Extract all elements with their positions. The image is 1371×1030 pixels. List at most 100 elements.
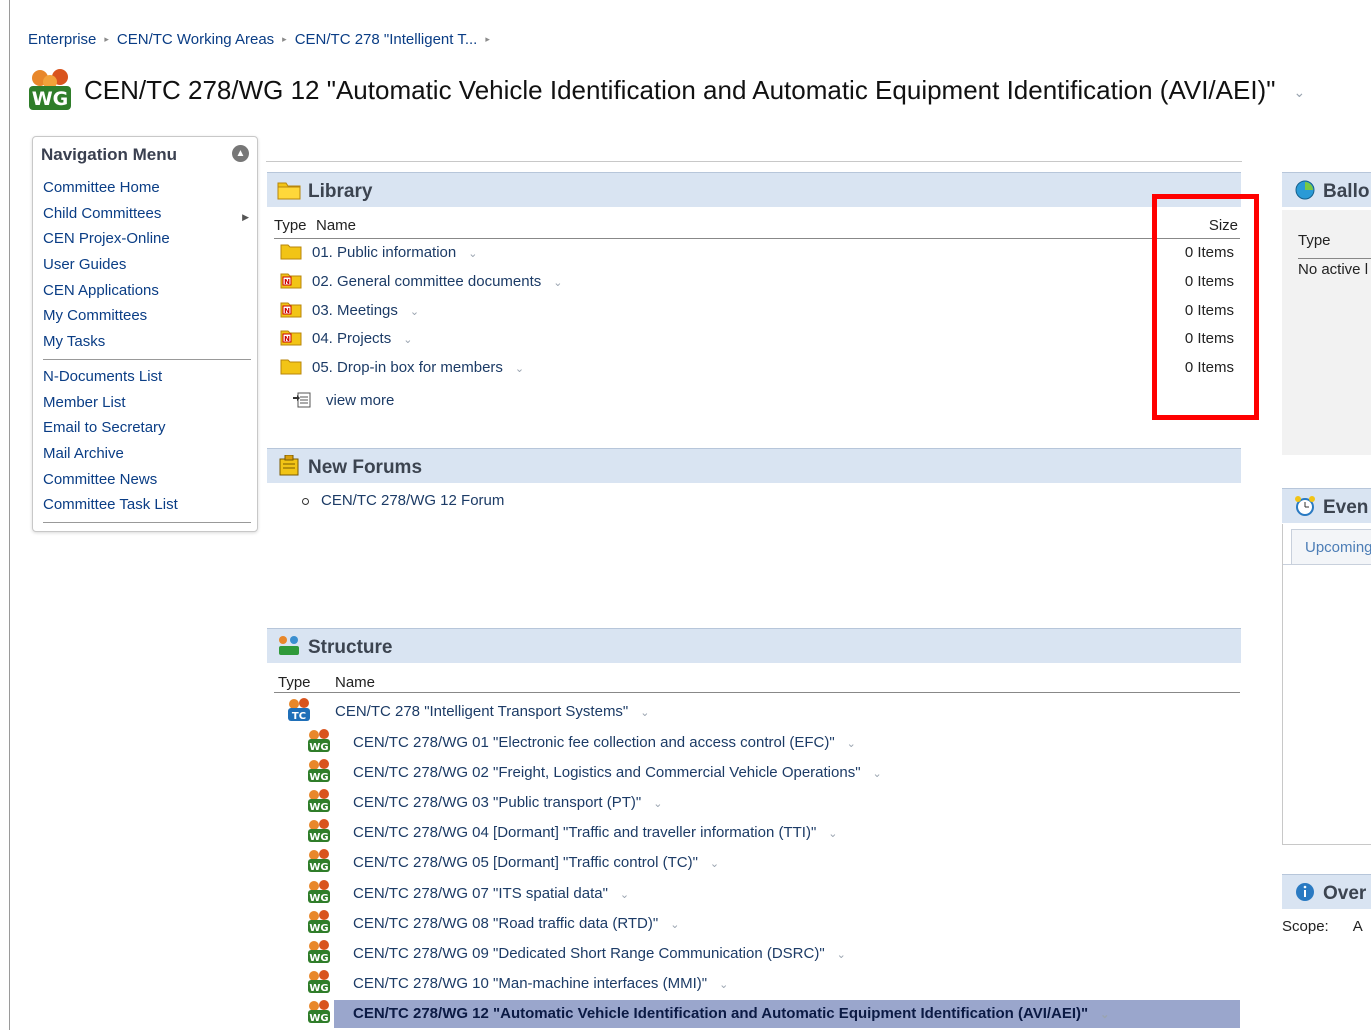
column-name[interactable]: Name [335, 674, 375, 691]
structure-item-link[interactable]: CEN/TC 278 "Intelligent Transport System… [335, 703, 649, 720]
navigation-menu: Navigation Menu ▲ Committee Home Child C… [32, 136, 258, 532]
library-row[interactable]: N 02. General committee documents ⌄ 0 Items [280, 270, 1240, 296]
nav-cen-applications[interactable]: CEN Applications [43, 280, 251, 306]
events-header: Even [1282, 488, 1371, 523]
chevron-down-icon[interactable]: ⌄ [653, 798, 662, 810]
library-item-name: 02. General committee documents [312, 272, 542, 290]
structure-item-link[interactable]: CEN/TC 278/WG 01 "Electronic fee collect… [353, 734, 856, 751]
structure-item-link[interactable]: CEN/TC 278/WG 10 "Man-machine interfaces… [353, 975, 728, 992]
nav-email-to-secretary[interactable]: Email to Secretary [43, 417, 251, 443]
breadcrumb-enterprise[interactable]: Enterprise [28, 31, 96, 48]
structure-column-headers: Type Name [274, 672, 1240, 693]
forum-link[interactable]: CEN/TC 278/WG 12 Forum [302, 492, 504, 509]
ballots-panel: Type No active l [1282, 210, 1371, 455]
chevron-down-icon[interactable]: ⌄ [719, 979, 728, 991]
structure-item-name: CEN/TC 278/WG 03 "Public transport (PT)" [353, 794, 642, 812]
column-type[interactable]: Type [274, 217, 307, 234]
breadcrumb-separator-icon: ▸ [104, 34, 109, 44]
chevron-down-icon[interactable]: ⌄ [410, 306, 419, 318]
chevron-down-icon[interactable]: ⌄ [468, 248, 477, 260]
structure-item-name: CEN/TC 278/WG 04 [Dormant] "Traffic and … [353, 824, 817, 842]
structure-title: Structure [308, 637, 393, 658]
scope-row: Scope: A [1282, 918, 1363, 935]
structure-item-link[interactable]: CEN/TC 278/WG 09 "Dedicated Short Range … [353, 945, 846, 962]
svg-text:WG: WG [309, 893, 328, 904]
library-item-link[interactable]: 03. Meetings ⌄ [312, 302, 419, 319]
structure-item-name: CEN/TC 278/WG 05 [Dormant] "Traffic cont… [353, 854, 698, 872]
library-item-link[interactable]: 05. Drop-in box for members ⌄ [312, 359, 524, 376]
structure-row[interactable]: WG CEN/TC 278/WG 04 [Dormant] "Traffic an… [280, 819, 1240, 847]
scope-label: Scope: [1282, 918, 1329, 935]
nav-committee-task-list[interactable]: Committee Task List [43, 494, 251, 520]
structure-item-link[interactable]: CEN/TC 278/WG 04 [Dormant] "Traffic and … [353, 824, 838, 841]
chevron-down-icon[interactable]: ⌄ [847, 738, 856, 750]
library-item-link[interactable]: 02. General committee documents ⌄ [312, 273, 563, 290]
chevron-down-icon[interactable]: ⌄ [710, 858, 719, 870]
chevron-down-icon[interactable]: ⌄ [620, 889, 629, 901]
structure-row[interactable]: WG CEN/TC 278/WG 07 "ITS spatial data" ⌄ [280, 879, 1240, 908]
tab-upcoming[interactable]: Upcoming [1291, 529, 1371, 564]
library-row[interactable]: 05. Drop-in box for members ⌄ 0 Items [280, 356, 1240, 382]
tc-committee-icon: TC [286, 698, 312, 722]
nav-committee-news[interactable]: Committee News [43, 469, 251, 495]
structure-row[interactable]: WG CEN/TC 278/WG 09 "Dedicated Short Rang… [280, 939, 1240, 968]
structure-item-link[interactable]: CEN/TC 278/WG 12 "Automatic Vehicle Iden… [353, 1005, 1109, 1022]
structure-item-link[interactable]: CEN/TC 278/WG 05 [Dormant] "Traffic cont… [353, 854, 719, 871]
nav-n-documents-list[interactable]: N-Documents List [43, 366, 251, 392]
chevron-down-icon[interactable]: ⌄ [403, 334, 412, 346]
chevron-down-icon[interactable]: ⌄ [553, 277, 562, 289]
column-name[interactable]: Name [316, 217, 356, 234]
nav-child-committees[interactable]: Child Committees ▶ [43, 203, 251, 229]
nav-divider [43, 521, 251, 523]
nav-user-guides[interactable]: User Guides [43, 254, 251, 280]
nav-divider [43, 358, 251, 360]
structure-item-name: CEN/TC 278/WG 07 "ITS spatial data" [353, 884, 608, 902]
nav-mail-archive[interactable]: Mail Archive [43, 443, 251, 469]
nav-cen-projex-online[interactable]: CEN Projex-Online [43, 228, 251, 254]
structure-item-link[interactable]: CEN/TC 278/WG 07 "ITS spatial data" ⌄ [353, 885, 629, 902]
view-more-link[interactable]: view more [292, 391, 394, 409]
chevron-down-icon[interactable]: ⌄ [837, 949, 846, 961]
chevron-down-icon[interactable]: ⌄ [1100, 1009, 1109, 1021]
library-column-headers: Type Name Size [274, 214, 1240, 239]
chevron-down-icon[interactable]: ⌄ [640, 707, 649, 719]
chevron-down-icon[interactable]: ⌄ [873, 768, 882, 780]
structure-item-link[interactable]: CEN/TC 278/WG 02 "Freight, Logistics and… [353, 764, 882, 781]
breadcrumb-tc278[interactable]: CEN/TC 278 "Intelligent T... [295, 31, 478, 48]
nav-member-list[interactable]: Member List [43, 392, 251, 418]
folder-icon [277, 179, 301, 201]
structure-header: Structure [267, 628, 1241, 663]
structure-row[interactable]: WG CEN/TC 278/WG 02 "Freight, Logistics a… [280, 759, 1240, 787]
library-item-link[interactable]: 04. Projects ⌄ [312, 330, 412, 347]
structure-row[interactable]: WG CEN/TC 278/WG 05 [Dormant] "Traffic co… [280, 849, 1240, 877]
chevron-down-icon[interactable]: ⌄ [1293, 84, 1305, 101]
library-row[interactable]: 01. Public information ⌄ 0 Items [280, 241, 1240, 267]
chevron-down-icon[interactable]: ⌄ [828, 828, 837, 840]
nav-my-tasks[interactable]: My Tasks [43, 331, 251, 357]
library-row[interactable]: N 03. Meetings ⌄ 0 Items [280, 299, 1240, 325]
breadcrumb-working-areas[interactable]: CEN/TC Working Areas [117, 31, 274, 48]
chevron-down-icon[interactable]: ⌄ [515, 363, 524, 375]
library-row[interactable]: N 04. Projects ⌄ 0 Items [280, 327, 1240, 353]
collapse-icon[interactable]: ▲ [232, 145, 249, 162]
chevron-down-icon[interactable]: ⌄ [670, 919, 679, 931]
library-item-name: 05. Drop-in box for members [312, 359, 503, 377]
structure-row-current[interactable]: WG CEN/TC 278/WG 12 "Automatic Vehicle Id… [308, 999, 1240, 1028]
alarm-clock-icon [1294, 495, 1316, 517]
structure-row[interactable]: WG CEN/TC 278/WG 01 "Electronic fee colle… [280, 729, 1240, 757]
library-item-link[interactable]: 01. Public information ⌄ [312, 244, 477, 261]
structure-item-name: CEN/TC 278/WG 10 "Man-machine interfaces… [353, 974, 708, 992]
structure-item-link[interactable]: CEN/TC 278/WG 08 "Road traffic data (RTD… [353, 915, 679, 932]
structure-row-parent[interactable]: TC CEN/TC 278 "Intelligent Transport Syst… [280, 698, 1240, 726]
svg-text:N: N [284, 335, 290, 343]
nav-committee-home[interactable]: Committee Home [43, 177, 251, 203]
structure-row[interactable]: WG CEN/TC 278/WG 10 "Man-machine interfac… [280, 969, 1240, 998]
highlight-annotation-box [1152, 194, 1259, 420]
breadcrumb-separator-icon: ▸ [282, 34, 287, 44]
structure-item-link[interactable]: CEN/TC 278/WG 03 "Public transport (PT)"… [353, 794, 662, 811]
structure-row[interactable]: WG CEN/TC 278/WG 08 "Road traffic data (R… [280, 909, 1240, 938]
column-type[interactable]: Type [278, 674, 311, 691]
structure-item-name: CEN/TC 278/WG 02 "Freight, Logistics and… [353, 764, 861, 782]
structure-row[interactable]: WG CEN/TC 278/WG 03 "Public transport (PT… [280, 789, 1240, 817]
nav-my-committees[interactable]: My Committees [43, 305, 251, 331]
